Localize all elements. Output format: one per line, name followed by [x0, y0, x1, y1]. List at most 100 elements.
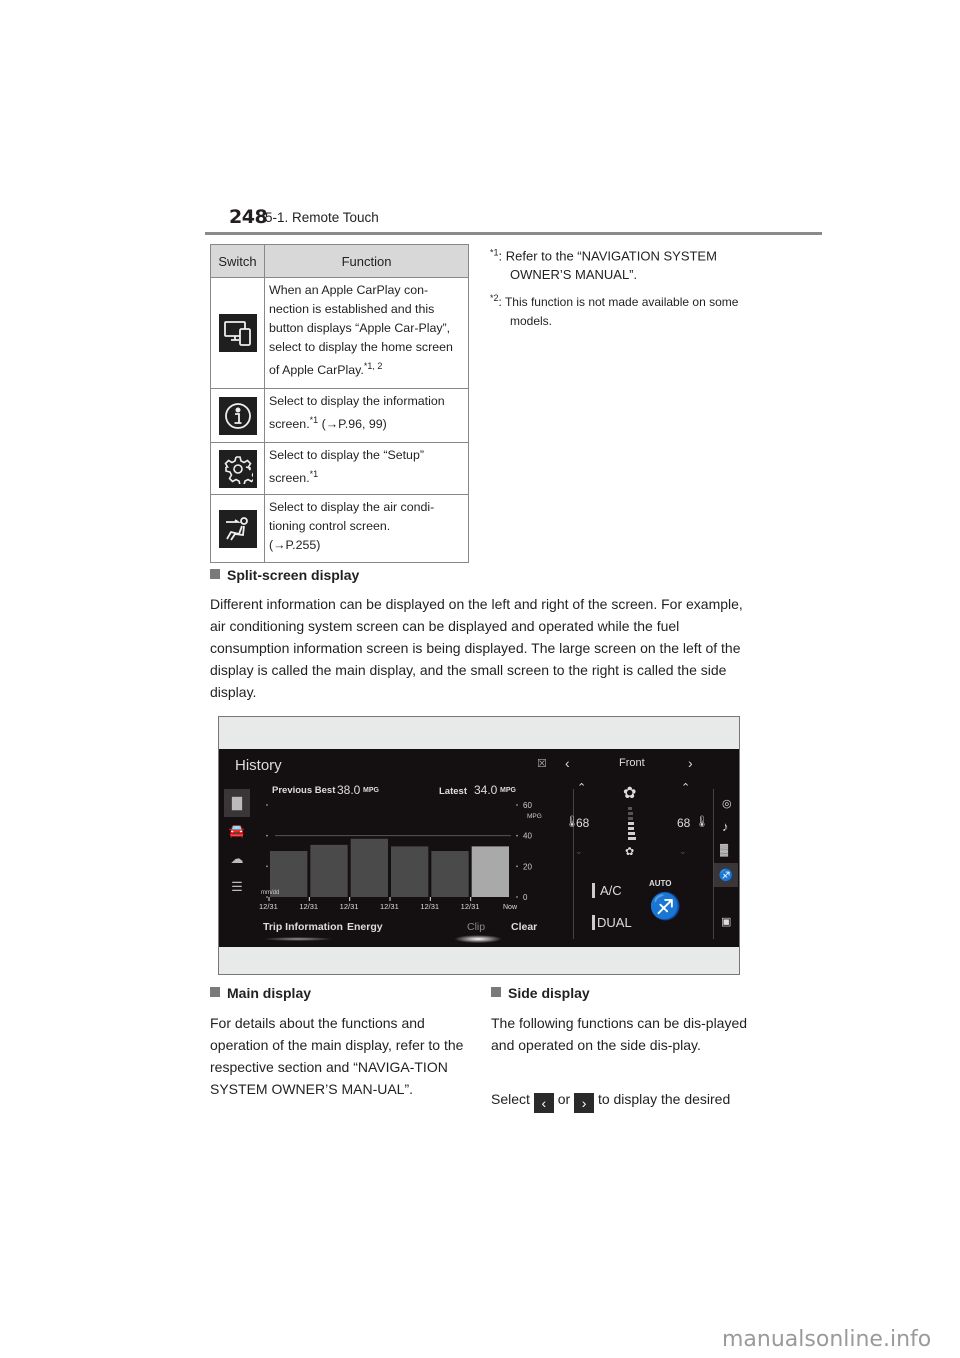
- zone-label: Front: [619, 757, 645, 769]
- x-tick-label: 12/31: [299, 902, 318, 911]
- fan-level-step: [628, 807, 632, 810]
- fan-level-step: [628, 832, 635, 835]
- x-tick-label: 12/31: [380, 902, 399, 911]
- history-bar-chart: 0 20 40 60 MPG 12/31 12/31 12/31 12/31 12/31 12/31…: [259, 801, 542, 911]
- thermometer-right-icon: 🌡: [695, 816, 709, 828]
- fuel-chart-icon[interactable]: ▓: [720, 844, 728, 856]
- footnotes: *1: Refer to the “NAVIGATION SYSTEM OWNE…: [490, 243, 760, 336]
- car-icon[interactable]: 🚘: [224, 817, 250, 845]
- table-row: When an Apple CarPlay con-nection is est…: [210, 277, 469, 389]
- bar: [350, 838, 388, 897]
- footnote-text: This function is not made available on s…: [504, 295, 739, 329]
- previous-best-label: Previous Best: [272, 785, 336, 796]
- fan-low-icon[interactable]: ✿: [625, 845, 634, 858]
- switch-function-table: Switch Function When an Apple CarPlay co…: [210, 244, 469, 563]
- column-header-function: Function: [264, 244, 469, 278]
- auto-label: AUTO: [649, 879, 672, 888]
- clip-button[interactable]: Clip: [467, 921, 485, 933]
- music-note-icon[interactable]: ♪: [722, 819, 729, 834]
- main-display-heading: Main display: [210, 985, 311, 1001]
- page-reference: (→P.255): [269, 538, 321, 552]
- trip-information-button[interactable]: Trip Information: [263, 921, 343, 933]
- climate-icon[interactable]: ♐: [714, 863, 738, 887]
- chevron-right-icon[interactable]: ›: [688, 755, 693, 771]
- y-tick-dot: [516, 896, 518, 898]
- chevron-left-icon[interactable]: ‹: [565, 755, 570, 771]
- footnote-2: *2: This function is not made available …: [490, 293, 739, 329]
- fan-high-icon[interactable]: ✿: [623, 783, 636, 803]
- y-tick-dot: [266, 865, 268, 868]
- footnote-text: Refer to the “NAVIGATION SYSTEM OWNER’S …: [505, 248, 717, 283]
- right-temp-up-icon[interactable]: ⌃: [681, 781, 690, 794]
- screen-off-icon[interactable]: ☒: [537, 757, 547, 770]
- fan-level-step: [628, 817, 634, 820]
- history-chart-icon[interactable]: ▇: [224, 789, 250, 817]
- square-bullet-icon: [491, 987, 501, 997]
- right-temp-down-icon[interactable]: ⌄: [679, 846, 687, 857]
- fan-level-step: [628, 837, 636, 840]
- square-bullet-icon: [210, 987, 220, 997]
- screen-title: History: [235, 757, 282, 774]
- function-text: Select to display the air condi-tioning …: [269, 500, 435, 533]
- apple-carplay-icon: [218, 314, 257, 352]
- info-icon: [218, 396, 257, 435]
- fan-level-step: [628, 827, 635, 830]
- header-rule: [205, 232, 822, 235]
- main-display-sidebar: ▇ 🚘 ☁ ☰: [224, 789, 250, 901]
- main-display-body: For details about the functions and oper…: [210, 1015, 464, 1097]
- page-reference: (→P.96, 99): [318, 417, 387, 432]
- table-row: Select to display the air condi-tioning …: [210, 494, 469, 563]
- latest-value: 34.0: [474, 783, 498, 797]
- y-tick-label: 60: [523, 801, 532, 810]
- navigation-icon[interactable]: ◎: [722, 797, 732, 810]
- fan-level-step: [628, 822, 634, 825]
- footnote-ref: *1: [309, 469, 319, 479]
- fan-level-indicator: [628, 807, 636, 841]
- function-text: Select to display the “Setup” screen.: [269, 448, 424, 486]
- screen-mode-icon[interactable]: ▣: [721, 915, 731, 928]
- split-screen-body: Different information can be displayed o…: [210, 596, 743, 700]
- x-axis-label: mm/dd: [261, 890, 279, 896]
- ac-button[interactable]: A/C: [592, 883, 622, 898]
- air-conditioning-seat-icon: [218, 509, 257, 548]
- right-temperature: 68: [677, 816, 691, 830]
- side-display-body: The following functions can be dis-playe…: [491, 1015, 748, 1053]
- eco-icon[interactable]: ☁: [224, 845, 250, 873]
- table-header-row: Switch Function: [210, 244, 469, 278]
- y-tick-label: 0: [523, 893, 528, 902]
- dual-button[interactable]: DUAL: [592, 915, 632, 930]
- footnote-ref: *1: [309, 415, 319, 425]
- display-divider: [573, 789, 574, 939]
- side-display-heading: Side display: [491, 985, 590, 1001]
- chevron-right-icon: ›: [574, 1093, 595, 1113]
- display-screen: History ▇ 🚘 ☁ ☰ Previous Best 38.0 MPG L…: [219, 749, 739, 947]
- left-temp-down-icon[interactable]: ⌄: [575, 846, 583, 857]
- x-tick-label: 12/31: [259, 902, 278, 911]
- section-title: 5-1. Remote Touch: [265, 210, 379, 225]
- footnote-1: *1: Refer to the “NAVIGATION SYSTEM OWNE…: [490, 247, 717, 283]
- auto-seat-icon[interactable]: ♐: [649, 891, 681, 922]
- previous-best-value: 38.0: [337, 783, 361, 797]
- x-tick-label: 12/31: [461, 902, 480, 911]
- side-display-select-line: Select ‹ or › to display the desired: [491, 1091, 731, 1113]
- function-text: When an Apple CarPlay con-nection is est…: [269, 283, 453, 378]
- x-tick-label: 12/31: [420, 902, 439, 911]
- clear-button[interactable]: Clear: [511, 921, 537, 933]
- table-row: Select to display the “Setup” screen.*1: [210, 442, 469, 495]
- y-tick-dot: [266, 834, 268, 837]
- y-tick-dot: [266, 896, 268, 898]
- footnote-mark: *1: [490, 247, 499, 258]
- left-temp-up-icon[interactable]: ⌃: [577, 781, 586, 794]
- footnote-ref: *1, 2: [363, 361, 383, 371]
- y-tick-dot: [266, 804, 268, 806]
- bar: [431, 851, 469, 897]
- energy-button[interactable]: Energy: [347, 921, 383, 933]
- y-tick-label: 40: [523, 832, 532, 841]
- split-screen-heading: Split-screen display: [210, 567, 359, 583]
- square-bullet-icon: [210, 569, 220, 579]
- fan-level-step: [628, 812, 633, 815]
- split-screen-figure: History ▇ 🚘 ☁ ☰ Previous Best 38.0 MPG L…: [218, 716, 740, 975]
- bar: [471, 846, 509, 897]
- list-icon[interactable]: ☰: [224, 873, 250, 901]
- column-header-switch: Switch: [210, 244, 265, 278]
